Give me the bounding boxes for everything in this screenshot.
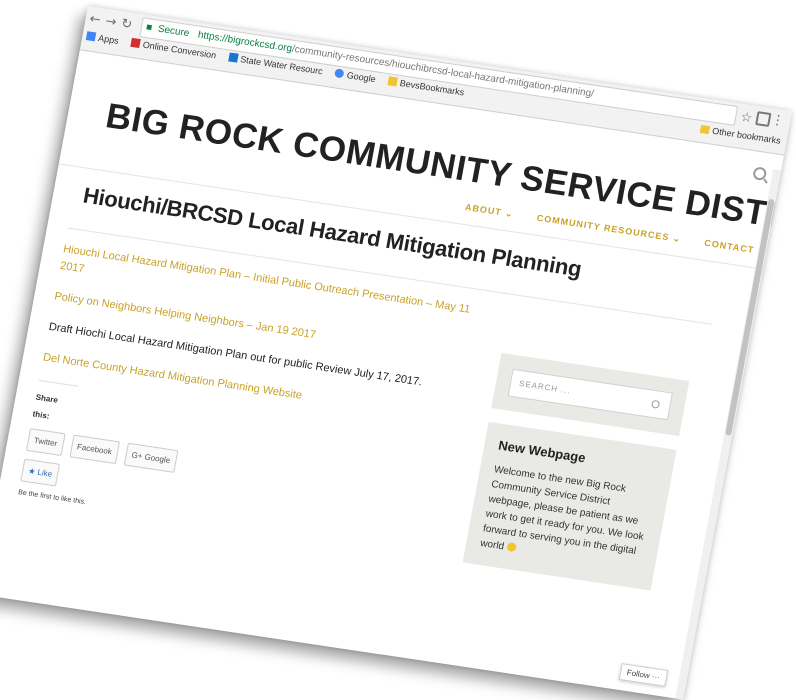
folder-icon (387, 75, 398, 87)
follow-button[interactable]: Follow ··· (618, 663, 669, 687)
menu-icon[interactable]: ⋮ (770, 111, 786, 129)
nav-contact[interactable]: CONTACT (704, 238, 756, 255)
search-widget: SEARCH ... (491, 352, 690, 437)
bookmark-apps[interactable]: Apps (85, 30, 120, 45)
browser-window: ← → ↻ ■ Secure https://bigrockcsd.org/co… (0, 6, 793, 700)
search-icon[interactable] (650, 399, 661, 409)
share-twitter-button[interactable]: Twitter (25, 428, 66, 456)
share-facebook-button[interactable]: Facebook (69, 434, 120, 465)
address-bar[interactable]: ■ Secure https://bigrockcsd.org/communit… (139, 17, 739, 126)
folder-icon (699, 124, 711, 135)
share-google-button[interactable]: G+ Google (123, 442, 179, 473)
apps-grid-icon (85, 30, 97, 42)
nav-about[interactable]: ABOUT ⌄ (464, 202, 514, 219)
extension-icon[interactable] (755, 111, 772, 127)
conversion-icon (130, 37, 141, 48)
main-content: Hiouchi Local Hazard Mitigation Plan – I… (17, 241, 490, 564)
lock-icon: ■ (145, 21, 154, 34)
forward-icon[interactable]: → (104, 14, 118, 30)
sidebar: SEARCH ... New Webpage Welcome to the ne… (460, 352, 690, 604)
water-icon (227, 52, 239, 63)
bookmark-star-icon[interactable]: ☆ (739, 109, 753, 126)
smiley-icon (506, 541, 517, 553)
secure-label: Secure (156, 23, 191, 40)
scrollbar-thumb[interactable] (725, 198, 775, 436)
search-placeholder: SEARCH ... (518, 378, 572, 396)
google-icon (334, 67, 345, 79)
widget-text: Welcome to the new Big Rock Community Se… (479, 464, 645, 557)
back-icon[interactable]: ← (88, 12, 102, 28)
search-input[interactable]: SEARCH ... (507, 368, 673, 421)
share-label: Share this: (31, 379, 79, 429)
like-button[interactable]: ★ Like (20, 458, 61, 487)
reload-icon[interactable]: ↻ (120, 16, 134, 32)
new-webpage-widget: New Webpage Welcome to the new Big Rock … (462, 421, 677, 591)
header-search-icon[interactable] (752, 166, 768, 181)
